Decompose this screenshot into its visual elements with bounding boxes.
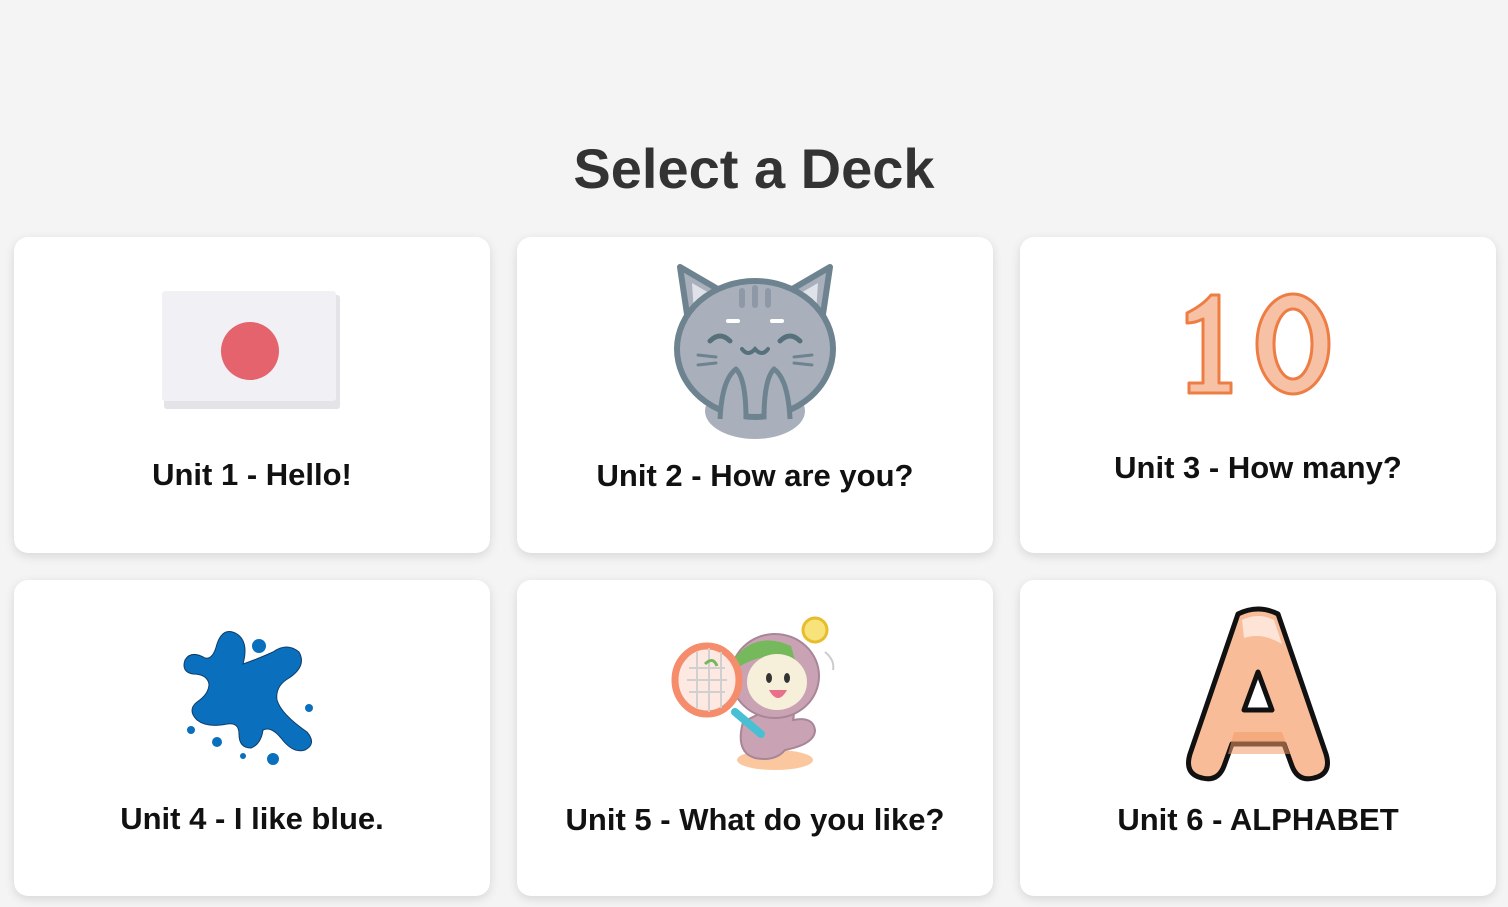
japan-flag-icon: [14, 291, 490, 411]
deck-card-unit-1[interactable]: Unit 1 - Hello!: [14, 237, 490, 553]
letter-a-icon: [1020, 604, 1496, 786]
happy-cat-icon: [517, 261, 993, 441]
blue-paint-splash-icon: [14, 624, 490, 769]
deck-label: Unit 2 - How are you?: [596, 458, 914, 493]
deck-label: Unit 5 - What do you like?: [565, 802, 945, 837]
deck-label: Unit 6 - ALPHABET: [1117, 802, 1399, 837]
deck-grid: Unit 1 - Hello! Unit 2 - How are you? Un…: [14, 237, 1496, 896]
page-title: Select a Deck: [573, 137, 935, 200]
deck-label: Unit 4 - I like blue.: [120, 801, 384, 836]
deck-card-unit-6[interactable]: Unit 6 - ALPHABET: [1020, 580, 1496, 896]
deck-card-unit-2[interactable]: Unit 2 - How are you?: [517, 237, 993, 553]
deck-label: Unit 1 - Hello!: [152, 457, 352, 492]
deck-card-unit-5[interactable]: Unit 5 - What do you like?: [517, 580, 993, 896]
tennis-player-icon: [517, 612, 993, 777]
number-ten-icon: [1020, 289, 1496, 399]
deck-card-unit-3[interactable]: Unit 3 - How many?: [1020, 237, 1496, 553]
deck-card-unit-4[interactable]: Unit 4 - I like blue.: [14, 580, 490, 896]
deck-label: Unit 3 - How many?: [1114, 450, 1402, 485]
